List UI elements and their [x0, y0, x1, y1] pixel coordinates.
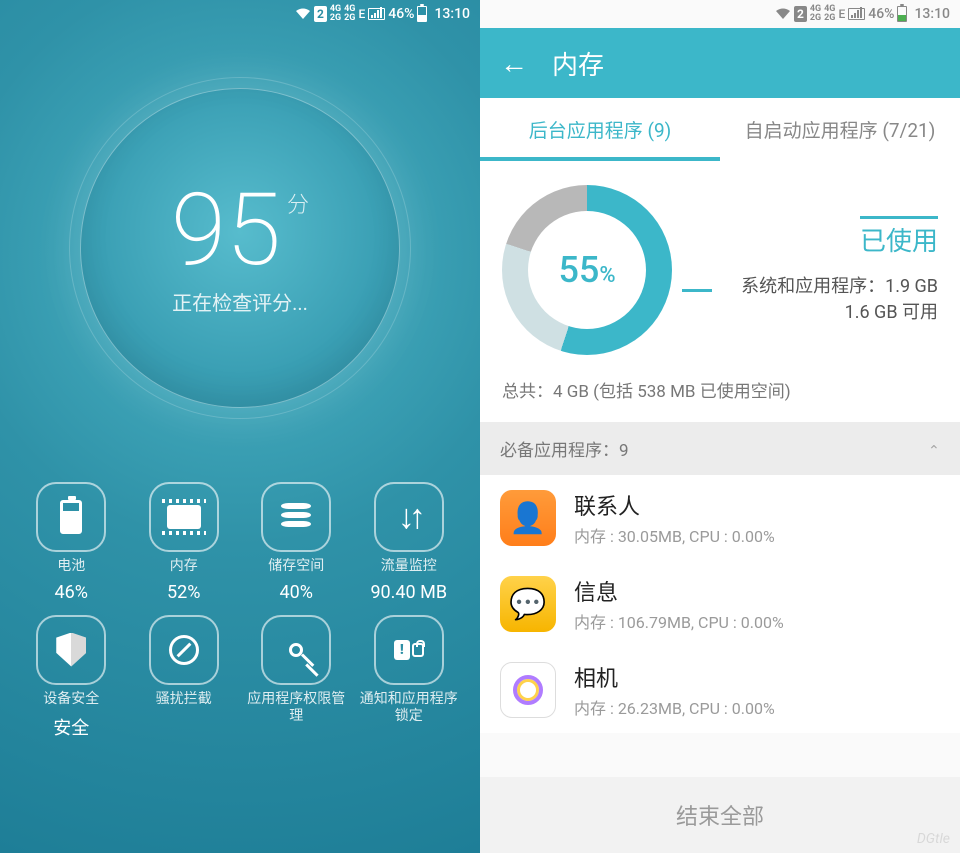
net-icon: ↓↑ [374, 482, 444, 552]
chart-connector-line [682, 289, 712, 292]
battery-icon [897, 6, 907, 22]
back-button[interactable]: ← [500, 47, 528, 80]
essential-apps-header[interactable]: 必备应用程序：9 ⌄ [480, 422, 960, 475]
battery-percent: 46% [868, 6, 894, 22]
edge-indicator: E [838, 7, 845, 21]
signal-icon [848, 8, 865, 20]
tile-key[interactable]: 应用程序权限管理 [243, 609, 350, 747]
tile-chip[interactable]: 内存 52% [131, 476, 238, 609]
chevron-up-icon: ⌄ [928, 441, 940, 457]
tile-label: 设备安全 [43, 691, 99, 709]
tile-db[interactable]: 储存空间 40% [243, 476, 350, 609]
clock: 13:10 [914, 6, 950, 22]
db-icon [261, 482, 331, 552]
score-status-text: 正在检查评分... [172, 287, 308, 316]
memory-summary: 已使用 系统和应用程序：1.9 GB 1.6 GB 可用 [722, 216, 938, 324]
tile-label: 内存 [170, 558, 198, 576]
memory-percent: 55% [558, 249, 615, 291]
app-stats: 内存 : 26.23MB, CPU : 0.00% [574, 695, 775, 719]
tile-label: 储存空间 [268, 558, 324, 576]
used-label: 已使用 [860, 216, 938, 262]
memory-donut-chart: 55% [502, 185, 672, 355]
tile-label: 通知和应用程序锁定 [360, 691, 458, 726]
tile-label: 流量监控 [381, 558, 437, 576]
tile-shield[interactable]: 设备安全安全 [18, 609, 125, 747]
app-stats: 内存 : 106.79MB, CPU : 0.00% [574, 609, 784, 633]
app-list: 👤 联系人内存 : 30.05MB, CPU : 0.00% 💬 信息内存 : 106… [480, 475, 960, 733]
wifi-icon [295, 8, 311, 20]
status-bar: 2 4G2G 4G2G E 46% 13:10 [0, 0, 480, 28]
tile-value: 46% [55, 582, 88, 603]
page-title: 内存 [552, 45, 604, 82]
app-bar: ← 内存 [480, 28, 960, 98]
smart-manager-home: 2 4G2G 4G2G E 46% 13:10 95 分 正在检查评分... 电… [0, 0, 480, 853]
clock: 13:10 [434, 6, 470, 22]
block-icon [149, 615, 219, 685]
contacts-icon: 👤 [500, 490, 556, 546]
network-indicator-1: 4G2G [330, 5, 341, 23]
sim-badge: 2 [794, 6, 807, 22]
battery-icon [417, 6, 427, 22]
tab-background-apps[interactable]: 后台应用程序 (9) [480, 98, 720, 161]
tile-block[interactable]: 骚扰拦截 [131, 609, 238, 747]
section-title: 必备应用程序：9 [500, 436, 629, 461]
network-indicator-2: 4G2G [344, 5, 355, 23]
score-unit: 分 [287, 195, 309, 217]
tile-net[interactable]: ↓↑ 流量监控 90.40 MB [356, 476, 463, 609]
app-name: 联系人 [574, 489, 775, 521]
tile-label: 骚扰拦截 [156, 691, 212, 709]
score-value: 95 分 [171, 181, 309, 281]
wifi-icon [775, 8, 791, 20]
tile-value: 52% [167, 582, 200, 603]
app-row-camera[interactable]: 相机内存 : 26.23MB, CPU : 0.00% [480, 647, 960, 733]
app-row-messages[interactable]: 💬 信息内存 : 106.79MB, CPU : 0.00% [480, 561, 960, 647]
sim-badge: 2 [314, 6, 327, 22]
memory-detail-screen: 2 4G2G 4G2G E 46% 13:10 ← 内存 后台应用程序 (9) … [480, 0, 960, 853]
tile-bell[interactable]: 通知和应用程序锁定 [356, 609, 463, 747]
tab-bar: 后台应用程序 (9) 自启动应用程序 (7/21) [480, 98, 960, 161]
chip-icon [149, 482, 219, 552]
app-row-contacts[interactable]: 👤 联系人内存 : 30.05MB, CPU : 0.00% [480, 475, 960, 561]
end-all-button[interactable]: 结束全部 [480, 777, 960, 853]
score-section: 95 分 正在检查评分... [0, 28, 480, 468]
network-indicator-1: 4G2G [810, 5, 821, 23]
total-memory-line: 总共：4 GB (包括 538 MB 已使用空间) [480, 373, 960, 422]
tile-label: 应用程序权限管理 [247, 691, 345, 726]
app-name: 相机 [574, 661, 775, 693]
app-name: 信息 [574, 575, 784, 607]
tab-autostart-apps[interactable]: 自启动应用程序 (7/21) [720, 98, 960, 161]
edge-indicator: E [358, 7, 365, 21]
status-bar: 2 4G2G 4G2G E 46% 13:10 [480, 0, 960, 28]
tile-value: 安全 [53, 714, 89, 740]
tile-battery[interactable]: 电池 46% [18, 476, 125, 609]
tile-value: 90.40 MB [370, 582, 447, 603]
network-indicator-2: 4G2G [824, 5, 835, 23]
battery-percent: 46% [388, 6, 414, 22]
messages-icon: 💬 [500, 576, 556, 632]
shield-icon [36, 615, 106, 685]
tile-value: 40% [280, 582, 313, 603]
tile-label: 电池 [57, 558, 85, 576]
app-stats: 内存 : 30.05MB, CPU : 0.00% [574, 523, 775, 547]
feature-grid: 电池46%内存52%储存空间40%↓↑流量监控90.40 MB设备安全安全骚扰拦… [0, 468, 480, 764]
signal-icon [368, 8, 385, 20]
camera-icon [500, 662, 556, 718]
battery-icon [36, 482, 106, 552]
system-apps-line: 系统和应用程序：1.9 GB [722, 272, 938, 298]
available-line: 1.6 GB 可用 [722, 298, 938, 324]
key-icon [261, 615, 331, 685]
memory-chart-section: 55% 已使用 系统和应用程序：1.9 GB 1.6 GB 可用 [480, 161, 960, 373]
bell-icon [374, 615, 444, 685]
score-circle[interactable]: 95 分 正在检查评分... [80, 88, 400, 408]
